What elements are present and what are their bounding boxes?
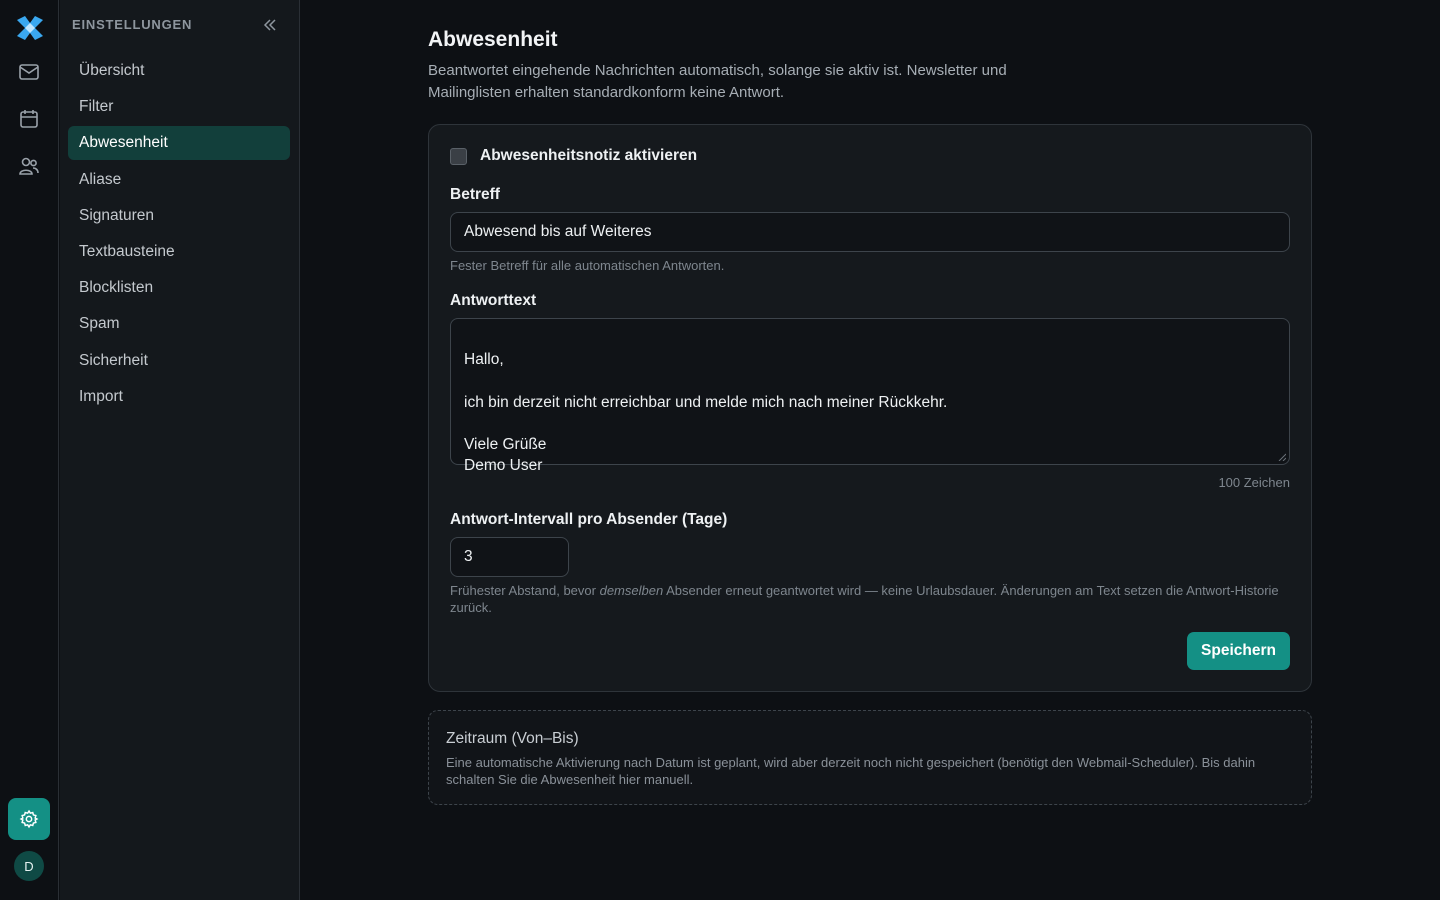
interval-hint: Frühester Abstand, bevor demselben Absen…	[450, 583, 1279, 615]
char-count: 100 Zeichen	[1218, 475, 1290, 490]
calendar-icon[interactable]	[17, 107, 41, 131]
app-logo-icon[interactable]	[15, 14, 45, 42]
sidebar-item-sicherheit[interactable]: Sicherheit	[68, 344, 290, 378]
subject-hint: Fester Betreff für alle automatischen An…	[450, 258, 725, 273]
sidebar-item-import[interactable]: Import	[68, 380, 290, 414]
sidebar-item-textbausteine[interactable]: Textbausteine	[68, 235, 290, 269]
enable-auto-reply-label[interactable]: Abwesenheitsnotiz aktivieren	[480, 147, 697, 165]
enable-auto-reply-row[interactable]: Abwesenheitsnotiz aktivieren	[450, 147, 697, 165]
schedule-title: Zeitraum (Von–Bis)	[446, 730, 579, 747]
body-textarea[interactable]: Hallo, ich bin derzeit nicht erreichbar …	[450, 318, 1290, 474]
sidebar-item-spam[interactable]: Spam	[68, 307, 290, 341]
sidebar-item-aliase[interactable]: Aliase	[68, 163, 290, 197]
enable-auto-reply-checkbox[interactable]	[450, 147, 467, 165]
sidebar-heading: EINSTELLUNGEN	[72, 17, 193, 32]
sidebar-item-abwesenheit[interactable]: Abwesenheit	[68, 126, 290, 161]
interval-input[interactable]: 3	[450, 537, 569, 577]
subject-input[interactable]: Abwesend bis auf Weiteres	[450, 212, 1290, 252]
page-title: Abwesenheit	[428, 28, 558, 51]
contacts-icon[interactable]	[17, 154, 41, 178]
body-label: Antworttext	[450, 292, 537, 309]
user-avatar[interactable]: D	[14, 851, 44, 881]
save-button[interactable]: Speichern	[1187, 632, 1290, 670]
sidebar-item-blocklisten[interactable]: Blocklisten	[68, 271, 290, 305]
page-subtitle: Beantwortet eingehende Nachrichten autom…	[428, 62, 1007, 101]
settings-sidebar: EINSTELLUNGEN Übersicht Filter Abwesenhe…	[60, 0, 300, 900]
settings-button[interactable]	[8, 798, 50, 840]
collapse-sidebar-icon[interactable]	[262, 17, 278, 33]
sidebar-item-filter[interactable]: Filter	[68, 90, 290, 124]
subject-label: Betreff	[450, 186, 500, 203]
resize-handle-icon[interactable]	[1278, 453, 1286, 461]
body-text: Hallo, ich bin derzeit nicht erreichbar …	[464, 351, 948, 475]
interval-label: Antwort-Intervall pro Absender (Tage)	[450, 511, 728, 528]
sidebar-item-uebersicht[interactable]: Übersicht	[68, 54, 290, 88]
schedule-info-box: Zeitraum (Von–Bis) Eine automatische Akt…	[428, 710, 1312, 805]
auto-reply-card: Abwesenheitsnotiz aktivieren Betreff Abw…	[428, 124, 1312, 692]
schedule-text: Eine automatische Aktivierung nach Datum…	[446, 755, 1256, 787]
gear-icon	[19, 809, 39, 829]
app-rail: D	[0, 0, 59, 900]
mail-icon[interactable]	[17, 60, 41, 84]
settings-nav: Übersicht Filter Abwesenheit Aliase Sign…	[68, 54, 290, 416]
sidebar-item-signaturen[interactable]: Signaturen	[68, 199, 290, 233]
